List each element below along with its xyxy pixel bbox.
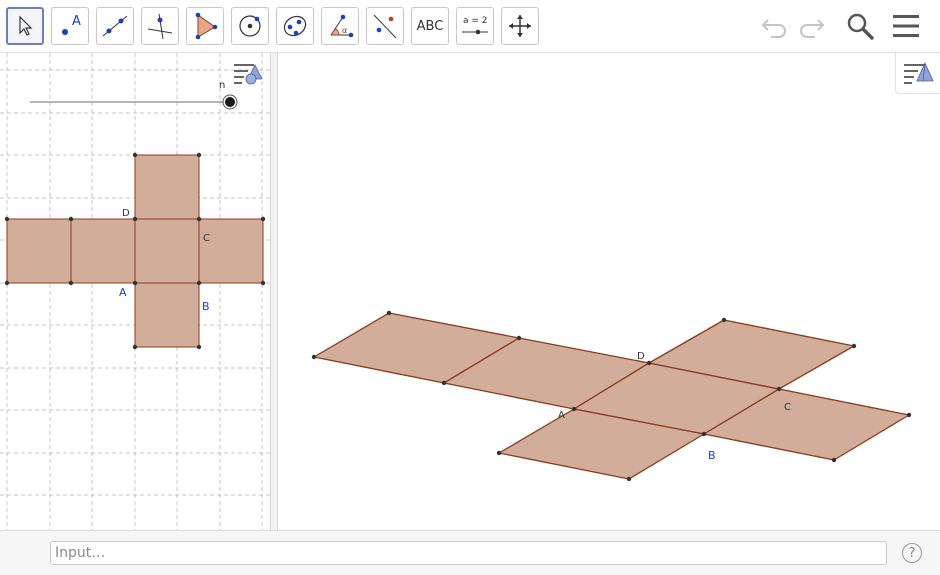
help-button[interactable]: ? (902, 543, 922, 563)
point-tool-label: A (72, 14, 81, 29)
undo-icon (761, 19, 786, 38)
ellipse-icon (283, 15, 307, 37)
right-style-bar-toggle[interactable] (895, 53, 940, 94)
face-left-outer[interactable] (6, 218, 72, 284)
point-D-label: D (122, 208, 130, 219)
circle-tool-button[interactable] (231, 7, 269, 45)
reflect-line-icon (373, 14, 397, 39)
view-splitter[interactable] (270, 53, 278, 530)
style-bar-3d-icon (904, 62, 934, 84)
circle-icon (239, 15, 261, 37)
input-bar: ? (0, 530, 940, 575)
polygon-icon (195, 12, 218, 40)
slider-icon: a = 2 (462, 16, 488, 35)
point-3d-B-label: B (708, 449, 716, 462)
algebra-input[interactable] (50, 541, 887, 565)
help-icon: ? (908, 545, 916, 561)
point-B-label: B (202, 300, 210, 313)
redo-button[interactable] (794, 7, 830, 45)
point-C-label: C (203, 233, 210, 244)
undo-button[interactable] (756, 7, 792, 45)
face-center[interactable] (134, 218, 200, 284)
left-style-bar-toggle[interactable] (226, 53, 270, 93)
redo-icon (800, 19, 825, 38)
graphics-view-3d[interactable]: A B C D (278, 53, 940, 530)
face-bottom[interactable] (134, 282, 200, 348)
search-button[interactable] (842, 7, 878, 45)
net-2d-canvas[interactable]: n A B C D (0, 53, 270, 530)
face-top[interactable] (134, 154, 200, 220)
graphics-view-2d[interactable]: n A B C D (0, 53, 270, 530)
angle-icon: α (330, 14, 354, 38)
move-graphics-tool-button[interactable] (501, 7, 539, 45)
face-right[interactable] (198, 218, 264, 284)
move-tool-button[interactable] (6, 7, 44, 45)
slider-handle[interactable] (225, 97, 235, 107)
perpendicular-line-icon (147, 13, 173, 40)
point-3d-C-label: C (784, 402, 791, 413)
point-3d-D-label: D (637, 351, 645, 362)
toolbar: A α ABC a = 2 (0, 0, 940, 53)
point-tool-button[interactable]: A (51, 7, 89, 45)
net-faces (6, 154, 264, 348)
text-tool-label: ABC (416, 18, 444, 34)
line-icon (102, 15, 128, 37)
reflect-tool-button[interactable] (366, 7, 404, 45)
net-3d-faces (313, 312, 910, 480)
polygon-tool-button[interactable] (186, 7, 224, 45)
perpendicular-line-tool-button[interactable] (141, 7, 179, 45)
slider-label: n (219, 80, 225, 91)
text-tool-button[interactable]: ABC (411, 7, 449, 45)
slider-tool-button[interactable]: a = 2 (456, 7, 494, 45)
search-icon (847, 13, 874, 40)
face-left[interactable] (70, 218, 136, 284)
svg-text:α: α (342, 26, 347, 35)
main-menu-button[interactable] (888, 7, 924, 45)
point-3d-A-label: A (558, 410, 565, 421)
move-arrows-icon (509, 15, 531, 37)
conic-tool-button[interactable] (276, 7, 314, 45)
net-3d-canvas[interactable]: A B C D (278, 53, 940, 530)
slider-tool-label: a = 2 (463, 16, 488, 26)
arrow-cursor-icon (19, 15, 33, 36)
style-bar-icon (234, 64, 263, 85)
line-tool-button[interactable] (96, 7, 134, 45)
point-icon: A (62, 14, 81, 35)
angle-tool-button[interactable]: α (321, 7, 359, 45)
hamburger-menu-icon (893, 15, 919, 37)
point-A-label: A (119, 286, 127, 299)
